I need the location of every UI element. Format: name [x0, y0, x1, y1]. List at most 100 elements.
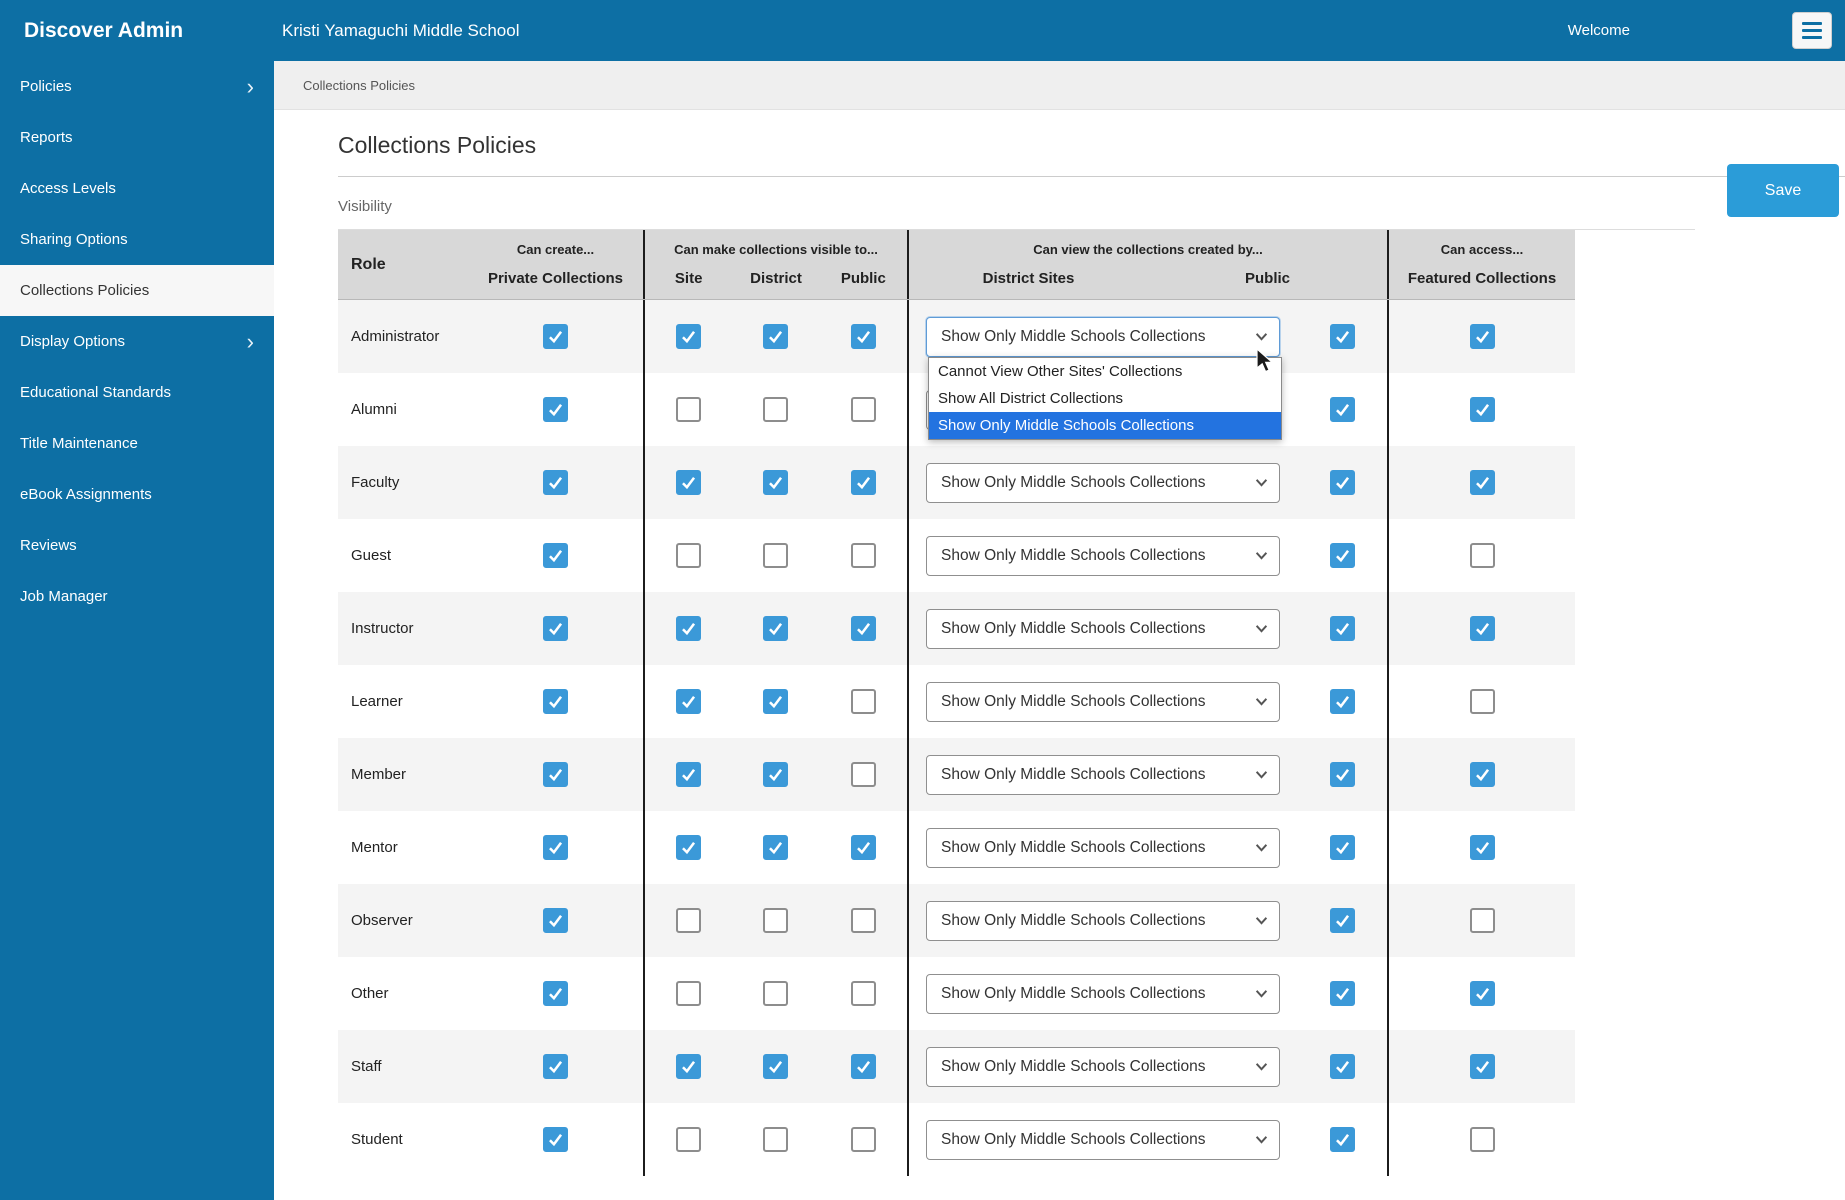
sidebar-item-reports[interactable]: Reports	[0, 112, 274, 163]
district-sites-select[interactable]: Show Only Middle Schools Collections	[926, 609, 1280, 649]
visible-district-checkbox[interactable]	[763, 397, 788, 422]
private-collections-checkbox[interactable]	[543, 1127, 568, 1152]
visible-public-checkbox[interactable]	[851, 908, 876, 933]
visible-site-checkbox[interactable]	[676, 762, 701, 787]
sidebar-item-job-manager[interactable]: Job Manager	[0, 571, 274, 622]
visible-public-checkbox[interactable]	[851, 689, 876, 714]
private-collections-checkbox[interactable]	[543, 762, 568, 787]
view-public-checkbox[interactable]	[1330, 543, 1355, 568]
sidebar-item-reviews[interactable]: Reviews	[0, 520, 274, 571]
private-collections-checkbox[interactable]	[543, 397, 568, 422]
featured-collections-checkbox[interactable]	[1470, 835, 1495, 860]
visible-site-checkbox[interactable]	[676, 908, 701, 933]
visible-district-checkbox[interactable]	[763, 470, 788, 495]
visible-district-checkbox[interactable]	[763, 981, 788, 1006]
featured-collections-checkbox[interactable]	[1470, 762, 1495, 787]
visible-district-checkbox[interactable]	[763, 762, 788, 787]
view-public-checkbox[interactable]	[1330, 981, 1355, 1006]
view-public-checkbox[interactable]	[1330, 397, 1355, 422]
visible-public-checkbox[interactable]	[851, 470, 876, 495]
visible-district-checkbox[interactable]	[763, 543, 788, 568]
view-public-checkbox[interactable]	[1330, 689, 1355, 714]
featured-collections-checkbox[interactable]	[1470, 689, 1495, 714]
sidebar-item-access-levels[interactable]: Access Levels	[0, 163, 274, 214]
visible-site-checkbox[interactable]	[676, 835, 701, 860]
visible-public-checkbox[interactable]	[851, 616, 876, 641]
sidebar-item-display-options[interactable]: Display Options›	[0, 316, 274, 367]
visible-public-checkbox[interactable]	[851, 397, 876, 422]
view-public-checkbox[interactable]	[1330, 616, 1355, 641]
visible-district-checkbox[interactable]	[763, 835, 788, 860]
district-sites-select[interactable]: Show Only Middle Schools Collections	[926, 828, 1280, 868]
private-collections-checkbox[interactable]	[543, 470, 568, 495]
view-public-checkbox[interactable]	[1330, 762, 1355, 787]
district-sites-select[interactable]: Show Only Middle Schools Collections	[926, 463, 1280, 503]
district-sites-select[interactable]: Show Only Middle Schools Collections	[926, 317, 1280, 357]
district-sites-select[interactable]: Show Only Middle Schools Collections	[926, 1120, 1280, 1160]
featured-collections-checkbox[interactable]	[1470, 1054, 1495, 1079]
visible-public-checkbox[interactable]	[851, 835, 876, 860]
select-option-cannot-view-other-sites-collections[interactable]: Cannot View Other Sites' Collections	[929, 358, 1281, 385]
visible-public-checkbox[interactable]	[851, 543, 876, 568]
visible-site-checkbox[interactable]	[676, 470, 701, 495]
featured-collections-checkbox[interactable]	[1470, 616, 1495, 641]
visible-site-checkbox[interactable]	[676, 981, 701, 1006]
featured-collections-checkbox[interactable]	[1470, 324, 1495, 349]
featured-collections-checkbox[interactable]	[1470, 981, 1495, 1006]
visible-site-checkbox[interactable]	[676, 616, 701, 641]
save-button[interactable]: Save	[1727, 164, 1839, 217]
district-sites-select[interactable]: Show Only Middle Schools Collections	[926, 682, 1280, 722]
visible-public-checkbox[interactable]	[851, 981, 876, 1006]
view-public-checkbox[interactable]	[1330, 908, 1355, 933]
sidebar-item-title-maintenance[interactable]: Title Maintenance	[0, 418, 274, 469]
menu-button[interactable]	[1792, 12, 1832, 49]
visible-site-checkbox[interactable]	[676, 689, 701, 714]
visible-site-checkbox[interactable]	[676, 1127, 701, 1152]
view-public-checkbox[interactable]	[1330, 1127, 1355, 1152]
visible-district-checkbox[interactable]	[763, 908, 788, 933]
visible-site-checkbox[interactable]	[676, 324, 701, 349]
sidebar-item-policies[interactable]: Policies›	[0, 61, 274, 112]
visible-site-checkbox[interactable]	[676, 397, 701, 422]
featured-collections-checkbox[interactable]	[1470, 397, 1495, 422]
visible-site-checkbox[interactable]	[676, 543, 701, 568]
visible-public-checkbox[interactable]	[851, 762, 876, 787]
visible-public-checkbox[interactable]	[851, 324, 876, 349]
view-public-checkbox[interactable]	[1330, 1054, 1355, 1079]
sidebar-item-educational-standards[interactable]: Educational Standards	[0, 367, 274, 418]
visible-district-checkbox[interactable]	[763, 1127, 788, 1152]
district-sites-select[interactable]: Show Only Middle Schools Collections	[926, 1047, 1280, 1087]
visible-district-checkbox[interactable]	[763, 616, 788, 641]
private-collections-checkbox[interactable]	[543, 835, 568, 860]
chevron-down-icon	[1255, 843, 1268, 852]
select-option-show-all-district-collections[interactable]: Show All District Collections	[929, 385, 1281, 412]
view-public-checkbox[interactable]	[1330, 470, 1355, 495]
district-sites-select[interactable]: Show Only Middle Schools Collections	[926, 974, 1280, 1014]
district-sites-select[interactable]: Show Only Middle Schools Collections	[926, 536, 1280, 576]
visible-public-checkbox[interactable]	[851, 1127, 876, 1152]
sidebar-item-collections-policies[interactable]: Collections Policies	[0, 265, 274, 316]
visible-district-checkbox[interactable]	[763, 1054, 788, 1079]
district-sites-select[interactable]: Show Only Middle Schools Collections	[926, 755, 1280, 795]
select-option-show-only-middle-schools-collections[interactable]: Show Only Middle Schools Collections	[929, 412, 1281, 439]
sidebar-item-ebook-assignments[interactable]: eBook Assignments	[0, 469, 274, 520]
featured-collections-checkbox[interactable]	[1470, 470, 1495, 495]
private-collections-checkbox[interactable]	[543, 981, 568, 1006]
view-public-checkbox[interactable]	[1330, 324, 1355, 349]
visible-district-checkbox[interactable]	[763, 689, 788, 714]
featured-collections-checkbox[interactable]	[1470, 908, 1495, 933]
private-collections-checkbox[interactable]	[543, 689, 568, 714]
private-collections-checkbox[interactable]	[543, 616, 568, 641]
visible-public-checkbox[interactable]	[851, 1054, 876, 1079]
district-sites-select[interactable]: Show Only Middle Schools Collections	[926, 901, 1280, 941]
private-collections-checkbox[interactable]	[543, 324, 568, 349]
visible-site-checkbox[interactable]	[676, 1054, 701, 1079]
view-public-checkbox[interactable]	[1330, 835, 1355, 860]
private-collections-checkbox[interactable]	[543, 1054, 568, 1079]
featured-collections-checkbox[interactable]	[1470, 1127, 1495, 1152]
private-collections-checkbox[interactable]	[543, 543, 568, 568]
featured-collections-checkbox[interactable]	[1470, 543, 1495, 568]
sidebar-item-sharing-options[interactable]: Sharing Options	[0, 214, 274, 265]
private-collections-checkbox[interactable]	[543, 908, 568, 933]
visible-district-checkbox[interactable]	[763, 324, 788, 349]
